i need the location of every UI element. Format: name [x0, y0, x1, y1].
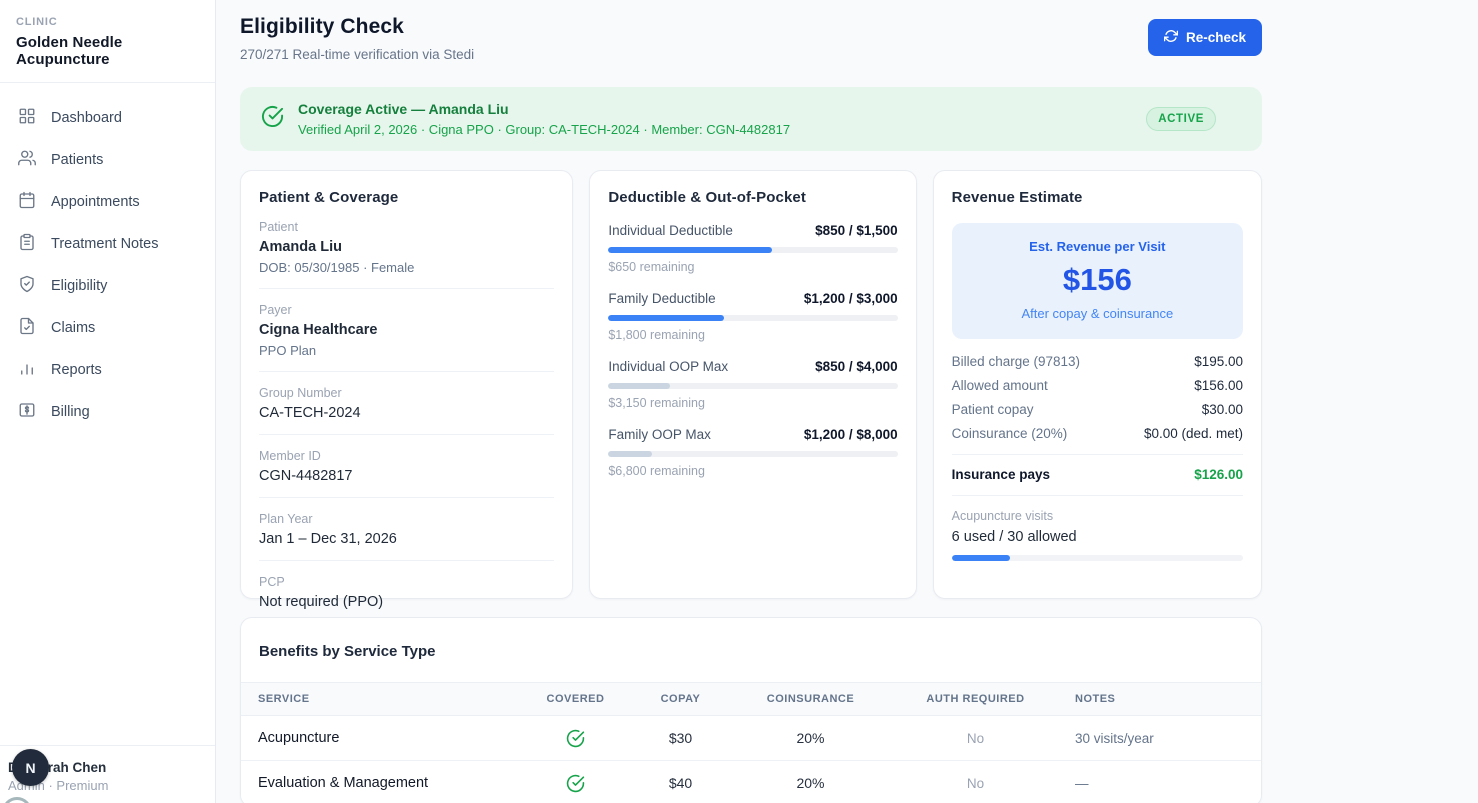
- meter-family-deductible: Family Deductible $1,200 / $3,000 $1,800…: [608, 291, 897, 342]
- visits-section: Acupuncture visits 6 used / 30 allowed: [952, 509, 1243, 561]
- progress-track: [608, 451, 897, 457]
- sidebar-item-claims[interactable]: Claims: [0, 307, 215, 349]
- clinic-label: CLINIC: [16, 16, 199, 28]
- revenue-highlight: Est. Revenue per Visit $156 After copay …: [952, 223, 1243, 339]
- progress-track: [608, 315, 897, 321]
- divider: [259, 288, 554, 289]
- coverage-banner: Coverage Active — Amanda Liu Verified Ap…: [240, 87, 1262, 151]
- sidebar-item-billing[interactable]: Billing: [0, 391, 215, 433]
- sidebar-item-label: Treatment Notes: [51, 236, 158, 252]
- table-row: Evaluation & Management $40 20% No —: [241, 761, 1261, 803]
- bar-chart-icon: [18, 359, 36, 381]
- field-patient: Patient Amanda Liu DOB: 05/30/1985 · Fem…: [259, 220, 554, 275]
- sidebar-item-treatment-notes[interactable]: Treatment Notes: [0, 223, 215, 265]
- card-title: Patient & Coverage: [259, 189, 554, 206]
- progress-fill: [608, 451, 651, 457]
- field-group-number: Group Number CA-TECH-2024: [259, 386, 554, 421]
- revenue-card: Revenue Estimate Est. Revenue per Visit …: [933, 170, 1262, 599]
- sidebar: CLINIC Golden Needle Acupuncture Dashboa…: [0, 0, 216, 803]
- document-check-icon: [18, 317, 36, 339]
- patient-coverage-card: Patient & Coverage Patient Amanda Liu DO…: [240, 170, 573, 599]
- billing-icon: [18, 401, 36, 423]
- main-content: Eligibility Check 270/271 Real-time veri…: [216, 0, 1478, 803]
- clipboard-icon: [18, 233, 36, 255]
- page-subtitle: 270/271 Real-time verification via Stedi: [240, 47, 474, 62]
- page-header: Eligibility Check 270/271 Real-time veri…: [240, 15, 1262, 62]
- sidebar-nav: Dashboard Patients Appointments Treatmen…: [0, 83, 215, 433]
- divider: [259, 434, 554, 435]
- deductible-card: Deductible & Out-of-Pocket Individual De…: [589, 170, 916, 599]
- recheck-label: Re-check: [1186, 30, 1246, 45]
- field-pcp: PCP Not required (PPO): [259, 575, 554, 610]
- table-row: Acupuncture $30 20% No 30 visits/year: [241, 716, 1261, 761]
- user-footer[interactable]: Dr. Norah Chen Admin · Premium N: [0, 745, 215, 803]
- sidebar-item-reports[interactable]: Reports: [0, 349, 215, 391]
- divider: [952, 495, 1243, 496]
- refresh-icon: [1164, 29, 1178, 46]
- revenue-row-copay: Patient copay $30.00: [952, 402, 1243, 417]
- patients-icon: [18, 149, 36, 171]
- progress-fill: [608, 247, 772, 253]
- card-title: Deductible & Out-of-Pocket: [608, 189, 897, 206]
- card-title: Revenue Estimate: [952, 189, 1243, 206]
- divider: [259, 371, 554, 372]
- sidebar-item-dashboard[interactable]: Dashboard: [0, 97, 215, 139]
- revenue-row-billed: Billed charge (97813) $195.00: [952, 354, 1243, 369]
- banner-details: Verified April 2, 2026 · Cigna PPO · Gro…: [298, 122, 790, 137]
- field-payer: Payer Cigna Healthcare PPO Plan: [259, 303, 554, 358]
- progress-track: [608, 247, 897, 253]
- revenue-row-coinsurance: Coinsurance (20%) $0.00 (ded. met): [952, 426, 1243, 441]
- divider: [952, 454, 1243, 455]
- clinic-header: CLINIC Golden Needle Acupuncture: [0, 0, 215, 83]
- banner-title: Coverage Active — Amanda Liu: [298, 101, 790, 117]
- field-member-id: Member ID CGN-4482817: [259, 449, 554, 484]
- avatar[interactable]: N: [12, 749, 49, 786]
- progress-fill: [608, 383, 670, 389]
- divider: [259, 497, 554, 498]
- sidebar-item-label: Dashboard: [51, 110, 122, 126]
- check-circle-icon: [256, 105, 284, 133]
- meter-family-oop: Family OOP Max $1,200 / $8,000 $6,800 re…: [608, 427, 897, 478]
- sidebar-item-label: Billing: [51, 404, 90, 420]
- table-header: SERVICE COVERED COPAY COINSURANCE AUTH R…: [241, 682, 1261, 716]
- recheck-button[interactable]: Re-check: [1148, 19, 1262, 56]
- progress-fill: [952, 555, 1010, 561]
- revenue-amount: $156: [962, 262, 1233, 298]
- meter-individual-deductible: Individual Deductible $850 / $1,500 $650…: [608, 223, 897, 274]
- insurance-pays-row: Insurance pays $126.00: [952, 467, 1243, 482]
- field-plan-year: Plan Year Jan 1 – Dec 31, 2026: [259, 512, 554, 547]
- sidebar-item-label: Claims: [51, 320, 95, 336]
- sidebar-item-appointments[interactable]: Appointments: [0, 181, 215, 223]
- divider: [259, 560, 554, 561]
- clinic-name: Golden Needle Acupuncture: [16, 34, 199, 68]
- sidebar-item-eligibility[interactable]: Eligibility: [0, 265, 215, 307]
- benefits-table-card: Benefits by Service Type SERVICE COVERED…: [240, 617, 1262, 803]
- status-badge: ACTIVE: [1146, 107, 1216, 131]
- meter-individual-oop: Individual OOP Max $850 / $4,000 $3,150 …: [608, 359, 897, 410]
- sidebar-item-label: Patients: [51, 152, 103, 168]
- sidebar-item-label: Appointments: [51, 194, 140, 210]
- sidebar-item-label: Eligibility: [51, 278, 107, 294]
- table-title: Benefits by Service Type: [241, 618, 1261, 682]
- progress-track: [608, 383, 897, 389]
- calendar-icon: [18, 191, 36, 213]
- sidebar-item-label: Reports: [51, 362, 102, 378]
- clipped-avatar-arc: [2, 797, 32, 803]
- page-title: Eligibility Check: [240, 15, 474, 39]
- avatar-initial: N: [25, 760, 35, 776]
- shield-check-icon: [18, 275, 36, 297]
- dashboard-icon: [18, 107, 36, 129]
- sidebar-item-patients[interactable]: Patients: [0, 139, 215, 181]
- revenue-row-allowed: Allowed amount $156.00: [952, 378, 1243, 393]
- covered-check-icon: [523, 774, 628, 793]
- progress-fill: [608, 315, 724, 321]
- covered-check-icon: [523, 729, 628, 748]
- progress-track: [952, 555, 1243, 561]
